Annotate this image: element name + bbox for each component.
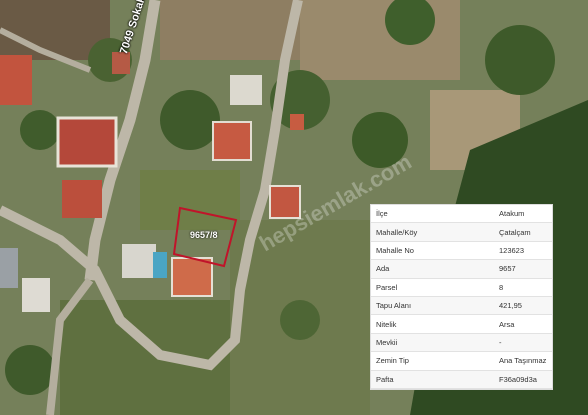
- info-value: -: [499, 337, 502, 347]
- info-value: Ana Taşınmaz: [499, 356, 547, 366]
- info-row: Mahalle/Köy Çatalçam: [371, 223, 552, 242]
- info-label: İlçe: [376, 209, 388, 219]
- parcel-info-panel: İlçe Atakum Mahalle/Köy Çatalçam Mahalle N…: [370, 204, 553, 390]
- info-label: Ada: [376, 264, 390, 274]
- info-label: Mahalle/Köy: [376, 227, 418, 237]
- info-row: Nitelik Arsa: [371, 315, 552, 334]
- info-value: Arsa: [499, 319, 515, 329]
- satellite-map[interactable]: 7049 Sokak 9657/8 hepsiemlak.com İlçe Ata…: [0, 0, 588, 415]
- info-label: Mevkii: [376, 337, 398, 347]
- info-label: Pafta: [376, 374, 394, 384]
- info-row: Tapu Alanı 421,95: [371, 296, 552, 316]
- info-label: Tapu Alanı: [376, 301, 412, 311]
- info-row: Mahalle No 123623: [371, 242, 552, 261]
- info-value: 9657: [499, 264, 516, 274]
- info-value: 421,95: [499, 301, 522, 311]
- info-label: Mahalle No: [376, 245, 414, 255]
- info-row: İlçe Atakum: [371, 205, 552, 224]
- info-value: F36a09d3a: [499, 374, 537, 384]
- info-label: Zemin Tip: [376, 356, 409, 366]
- info-value: Atakum: [499, 209, 525, 219]
- info-row: Mevkii -: [371, 333, 552, 353]
- info-row: Ada 9657: [371, 260, 552, 279]
- info-row: Parsel 8: [371, 279, 552, 297]
- info-row: Zemin Tip Ana Taşınmaz: [371, 352, 552, 371]
- info-row: Pafta F36a09d3a: [371, 370, 552, 389]
- info-label: Parsel: [376, 282, 398, 292]
- info-value: Çatalçam: [499, 227, 531, 237]
- info-value: 8: [499, 282, 504, 292]
- info-label: Nitelik: [376, 319, 397, 329]
- parcel-label: 9657/8: [190, 230, 218, 240]
- info-value: 123623: [499, 245, 525, 255]
